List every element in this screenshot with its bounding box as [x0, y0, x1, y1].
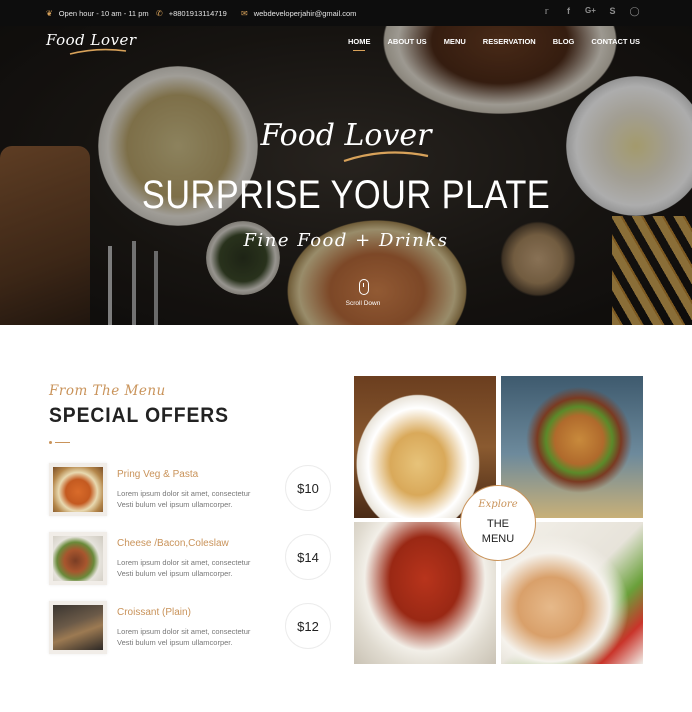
scroll-down-label[interactable]: Scroll Down: [323, 300, 403, 307]
instagram-icon[interactable]: ◯: [629, 6, 640, 17]
explore-menu-button[interactable]: Explore THE MENU: [460, 485, 536, 561]
social-links: 𝕣 f G+ S ◯: [541, 6, 640, 17]
hero-subtitle: Fine Food + Drinks: [243, 230, 449, 251]
menu-item-name[interactable]: Pring Veg & Pasta: [117, 469, 198, 480]
menu-item-description: Lorem ipsum dolor sit amet, consectetur …: [117, 489, 251, 509]
menu-item-name[interactable]: Cheese /Bacon,Coleslaw: [117, 538, 229, 549]
menu-item-price: $10: [285, 465, 331, 511]
primary-nav: HOME ABOUT US MENU RESERVATION BLOG CONT…: [348, 37, 640, 51]
email-info[interactable]: ✉ webdeveloperjahir@gmail.com: [241, 9, 356, 18]
nav-reservation[interactable]: RESERVATION: [483, 37, 536, 46]
menu-item-thumbnail[interactable]: [49, 532, 107, 585]
leaf-icon: ❦: [46, 8, 53, 18]
nav-menu[interactable]: MENU: [444, 37, 466, 46]
nav-blog[interactable]: BLOG: [553, 37, 575, 46]
phone-info[interactable]: ✆ +8801913114719: [156, 9, 227, 18]
menu-item-price: $14: [285, 534, 331, 580]
menu-item-thumbnail[interactable]: [49, 601, 107, 654]
hero-title: SURPRISE YOUR PLATE: [141, 173, 551, 217]
nav-contact-us[interactable]: CONTACT US: [591, 37, 640, 46]
menu-item[interactable]: Pring Veg & Pasta Lorem ipsum dolor sit …: [49, 463, 334, 518]
explore-label: THE MENU: [481, 518, 515, 545]
main-navbar: Food Lover HOME ABOUT US MENU RESERVATIO…: [0, 26, 692, 66]
opening-hours-text: Open hour - 10 am - 11 pm: [58, 9, 149, 18]
hero-script-title: Food Lover: [260, 118, 432, 153]
site-logo[interactable]: Food Lover: [46, 31, 137, 49]
section-kicker: From The Menu: [49, 383, 166, 399]
twitter-icon[interactable]: 𝕣: [541, 6, 552, 17]
hero-banner: Food Lover HOME ABOUT US MENU RESERVATIO…: [0, 26, 692, 325]
phone-text: +8801913114719: [168, 9, 227, 18]
menu-item-description: Lorem ipsum dolor sit amet, consectetur …: [117, 558, 251, 578]
skype-icon[interactable]: S: [607, 6, 618, 17]
envelope-icon: ✉: [241, 8, 248, 18]
nav-about-us[interactable]: ABOUT US: [388, 37, 427, 46]
menu-item-thumbnail[interactable]: [49, 463, 107, 516]
email-text: webdeveloperjahir@gmail.com: [253, 9, 357, 18]
logo-swash-icon: [69, 48, 127, 55]
google-plus-icon[interactable]: G+: [585, 6, 596, 17]
top-info-bar: ❦ Open hour - 10 am - 11 pm ✆ +880191311…: [0, 0, 692, 26]
phone-icon: ✆: [156, 8, 163, 18]
menu-item-name[interactable]: Croissant (Plain): [117, 607, 191, 618]
scroll-mouse-icon[interactable]: [359, 279, 369, 295]
facebook-icon[interactable]: f: [563, 6, 574, 17]
opening-hours: ❦ Open hour - 10 am - 11 pm: [46, 9, 149, 18]
nav-home[interactable]: HOME: [348, 37, 371, 51]
menu-item[interactable]: Croissant (Plain) Lorem ipsum dolor sit …: [49, 601, 334, 656]
menu-item-price: $12: [285, 603, 331, 649]
menu-item-description: Lorem ipsum dolor sit amet, consectetur …: [117, 627, 251, 647]
explore-script: Explore: [478, 499, 518, 510]
hero-swash-icon: [343, 151, 429, 163]
section-heading: SPECIAL OFFERS: [49, 404, 229, 427]
menu-item[interactable]: Cheese /Bacon,Coleslaw Lorem ipsum dolor…: [49, 532, 334, 587]
